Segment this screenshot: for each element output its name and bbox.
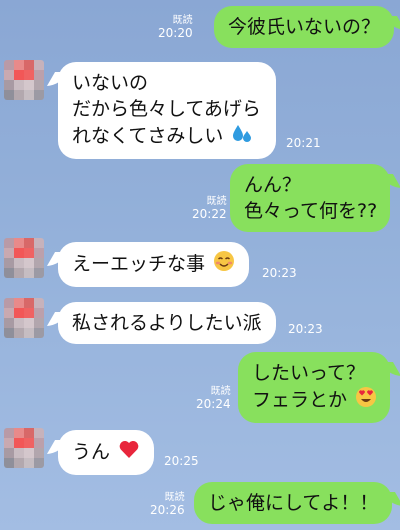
- message-line: だから色々してあげら: [72, 98, 261, 120]
- outgoing-message[interactable]: じゃ俺にしてよ！！: [194, 482, 393, 524]
- message-line: 今彼氏いないの？: [228, 16, 381, 38]
- incoming-message[interactable]: えーエッチな事: [58, 242, 250, 287]
- message-line: じゃ俺にしてよ！！: [208, 492, 379, 514]
- message-time: 20:23: [262, 266, 297, 280]
- message-meta: 既読 20:24: [196, 386, 231, 411]
- message-time: 20:25: [164, 454, 199, 468]
- outgoing-message[interactable]: したいって？ フェラとか: [238, 352, 390, 423]
- contact-avatar[interactable]: [4, 428, 44, 468]
- incoming-message[interactable]: うん: [58, 430, 155, 475]
- message-time: 20:26: [150, 503, 185, 517]
- message-line: うん: [72, 441, 111, 463]
- contact-avatar[interactable]: [4, 238, 44, 278]
- message-line: れなくてさみしい: [72, 125, 224, 147]
- contact-avatar[interactable]: [4, 60, 44, 100]
- message-line: えーエッチな事: [72, 253, 206, 275]
- message-time: 20:21: [286, 136, 321, 150]
- message-line: したいって？: [252, 362, 366, 384]
- message-line: フェラとか: [252, 389, 348, 411]
- message-meta: 既読 20:26: [150, 492, 185, 517]
- message-meta: 既読 20:20: [158, 15, 193, 40]
- message-line: いないの: [72, 72, 149, 94]
- incoming-message[interactable]: いないの だから色々してあげら れなくてさみしい: [58, 62, 276, 159]
- message-line: んん？: [244, 174, 302, 196]
- sweat-droplets-icon: [231, 122, 253, 151]
- outgoing-message[interactable]: 今彼氏いないの？: [214, 6, 395, 48]
- message-time: 20:20: [158, 26, 193, 40]
- heart-eyes-icon: [355, 386, 377, 415]
- message-time: 20:23: [288, 322, 323, 336]
- chat-area: 既読 20:20 今彼氏いないの？ いないの だから色々してあげら れなくてさみ…: [0, 0, 400, 530]
- contact-avatar[interactable]: [4, 298, 44, 338]
- message-time: 20:24: [196, 397, 231, 411]
- smiling-face-icon: [213, 250, 235, 279]
- red-heart-icon: [118, 438, 140, 467]
- message-time: 20:22: [192, 207, 227, 221]
- outgoing-message[interactable]: んん？ 色々って何を??: [230, 164, 390, 232]
- incoming-message[interactable]: 私されるよりしたい派: [58, 302, 276, 344]
- message-line: 私されるよりしたい派: [72, 312, 262, 334]
- message-line: 色々って何を??: [244, 200, 378, 222]
- message-meta: 既読 20:22: [192, 196, 227, 221]
